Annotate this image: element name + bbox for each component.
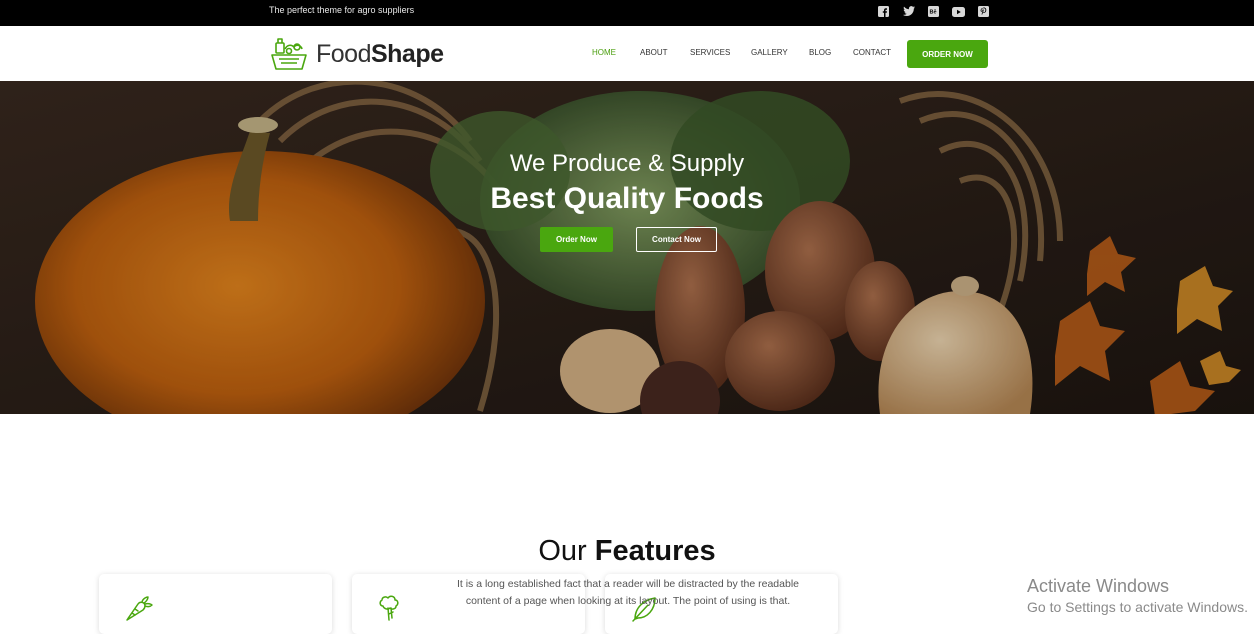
facebook-icon[interactable] <box>877 5 890 18</box>
logo-text-light: Food <box>316 39 371 68</box>
features-description: It is a long established fact that a rea… <box>456 578 800 607</box>
carrot-icon <box>126 596 153 621</box>
hero-dark-overlay <box>0 81 1254 414</box>
twitter-icon[interactable] <box>902 5 915 18</box>
hero-order-now-button[interactable]: Order Now <box>540 227 613 252</box>
social-links: Bē <box>877 5 990 18</box>
features-heading-light: Our <box>538 535 587 567</box>
main-navbar: FoodShape HOME ABOUT SERVICES GALLERY BL… <box>0 26 1254 81</box>
broccoli-icon <box>379 595 399 621</box>
nav-contact[interactable]: CONTACT <box>853 48 903 57</box>
windows-activation-watermark: Activate Windows Go to Settings to activ… <box>1027 576 1248 615</box>
top-bar: The perfect theme for agro suppliers Bē <box>0 0 1254 26</box>
hero-contact-now-button[interactable]: Contact Now <box>636 227 717 252</box>
nav-about[interactable]: ABOUT <box>640 48 690 57</box>
primary-nav: HOME ABOUT SERVICES GALLERY BLOG CONTACT <box>592 48 903 57</box>
basket-logo-icon <box>271 38 307 70</box>
behance-icon[interactable]: Bē <box>927 5 940 18</box>
brand-logo[interactable]: FoodShape <box>269 35 444 73</box>
nav-blog[interactable]: BLOG <box>809 48 853 57</box>
watermark-subtitle: Go to Settings to activate Windows. <box>1027 599 1248 615</box>
nav-gallery[interactable]: GALLERY <box>751 48 809 57</box>
feature-card[interactable] <box>99 574 332 634</box>
pinterest-icon[interactable] <box>977 5 990 18</box>
order-now-button[interactable]: ORDER NOW <box>907 40 988 68</box>
hero-subtitle: We Produce & Supply <box>509 150 745 177</box>
hero-title: Best Quality Foods <box>490 182 764 215</box>
watermark-title: Activate Windows <box>1027 576 1170 596</box>
hero-banner: We Produce & Supply Best Quality Foods O… <box>0 81 1254 414</box>
svg-text:Bē: Bē <box>930 10 937 16</box>
logo-text: FoodShape <box>316 40 444 69</box>
logo-text-bold: Shape <box>370 39 444 68</box>
youtube-icon[interactable] <box>952 5 965 18</box>
nav-home[interactable]: HOME <box>592 48 640 57</box>
features-heading: Our Features <box>0 535 1254 568</box>
features-heading-bold: Features <box>594 535 716 567</box>
nav-services[interactable]: SERVICES <box>690 48 751 57</box>
tagline: The perfect theme for agro suppliers <box>269 5 415 15</box>
